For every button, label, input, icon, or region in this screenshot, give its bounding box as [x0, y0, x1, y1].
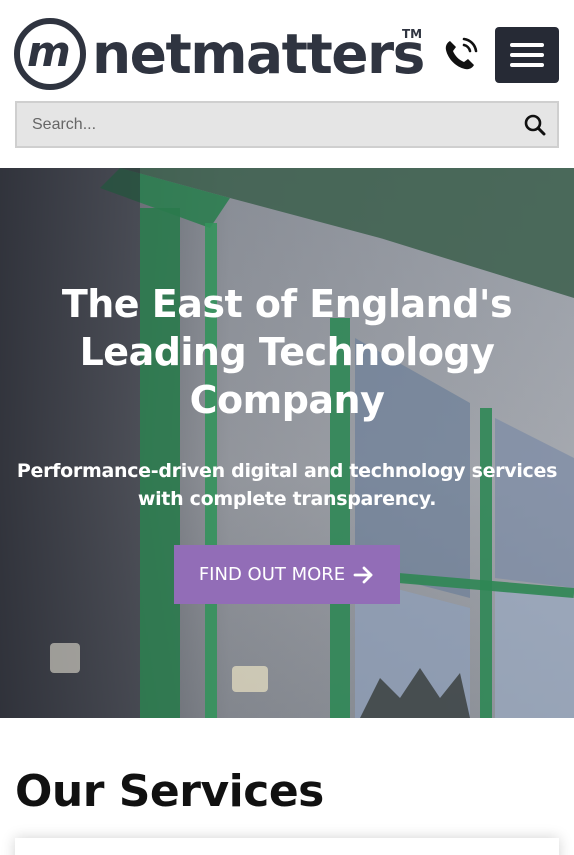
netmatters-logo[interactable]: m netmatters TM: [14, 18, 425, 92]
menu-bar-bottom: [510, 63, 544, 67]
search-button[interactable]: [523, 113, 547, 137]
logo-text: netmatters: [92, 22, 425, 86]
services-heading: Our Services: [15, 766, 324, 817]
services-card: [15, 838, 559, 855]
hero-title: The East of England's Leading Technology…: [61, 282, 513, 422]
find-out-more-button[interactable]: FIND OUT MORE: [174, 545, 400, 604]
hero-subtitle: Performance-driven digital and technolog…: [16, 460, 558, 510]
phone-icon: [445, 37, 478, 70]
search-bar: [15, 101, 559, 148]
hero-banner: The East of England's Leading Technology…: [0, 168, 574, 718]
hamburger-menu-icon: [510, 43, 544, 47]
logo-mark: m: [14, 18, 86, 90]
hero-building-image: [0, 168, 574, 718]
phone-button[interactable]: [440, 33, 482, 75]
arrow-right-icon: [353, 566, 373, 583]
site-header: m netmatters TM: [0, 0, 574, 168]
logo-mark-letter: m: [27, 27, 71, 76]
search-icon: [524, 114, 546, 136]
find-out-more-label: FIND OUT MORE: [198, 564, 346, 585]
search-input[interactable]: [17, 103, 517, 146]
logo-trademark: TM: [402, 27, 423, 41]
menu-button[interactable]: [495, 27, 559, 83]
menu-bar-middle: [510, 53, 544, 57]
